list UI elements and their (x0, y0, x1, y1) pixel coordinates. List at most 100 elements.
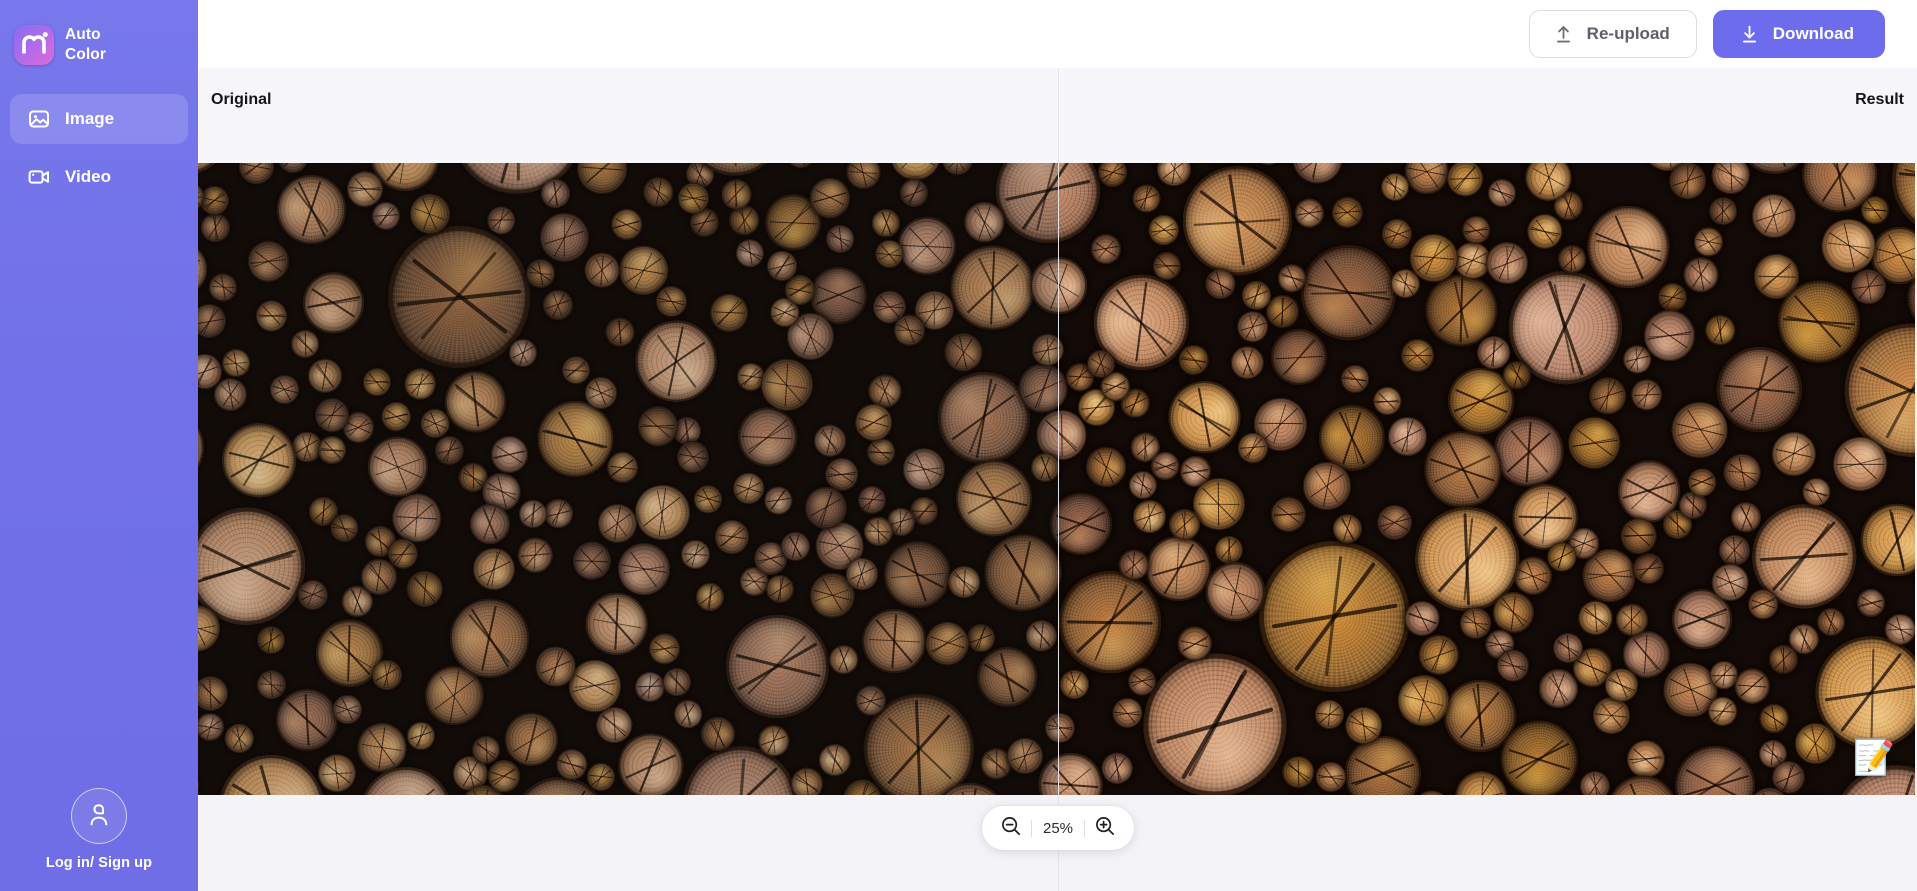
zoom-level-value[interactable]: 25% (1032, 820, 1084, 837)
log-bark-ring (198, 163, 243, 185)
log-bark-ring (1265, 491, 1311, 537)
result-image-pane[interactable]: 📝 (1059, 163, 1917, 795)
log-cross-section (952, 457, 1035, 540)
log-bark-ring (360, 366, 393, 399)
log-cross-section (632, 400, 684, 452)
log-cross-section (1267, 792, 1327, 795)
log-bark-ring (732, 235, 768, 271)
main-area: Re-upload Download Original Result (198, 0, 1917, 891)
log-cross-section (1154, 163, 1194, 189)
log-bark-ring (1487, 179, 1515, 207)
log-bark-ring (657, 663, 696, 702)
log-cross-section (1020, 614, 1058, 658)
log-cross-section (556, 749, 588, 781)
log-cross-section (1109, 695, 1145, 731)
log-bark-ring (332, 695, 362, 725)
zoom-in-button[interactable] (1085, 808, 1125, 848)
log-cross-section (400, 364, 440, 404)
log-bark-ring (1290, 194, 1329, 233)
watermark-icon: 📝 (1853, 741, 1895, 775)
log-bark-ring (1584, 203, 1673, 292)
log-cross-section (1289, 163, 1346, 187)
log-crack (563, 218, 564, 257)
log-bark-ring (1757, 701, 1792, 736)
log-bark-ring (1574, 765, 1615, 795)
log-bark-ring (675, 534, 715, 574)
compare-divider[interactable] (1058, 68, 1059, 891)
log-bark-ring (269, 374, 300, 405)
log-cross-section (1560, 409, 1630, 479)
log-cross-section (484, 429, 534, 479)
log-cross-section (504, 711, 560, 767)
log-cross-section (1309, 695, 1349, 735)
log-cross-section (1130, 182, 1163, 215)
sidebar-item-image[interactable]: Image (10, 94, 188, 144)
log-bark-ring (1130, 182, 1163, 215)
log-cross-section (1763, 423, 1825, 485)
log-bark-ring (400, 364, 440, 404)
log-bark-ring (1405, 601, 1440, 636)
log-bark-ring (1370, 498, 1419, 547)
log-bark-ring (432, 433, 467, 468)
log-cross-section (1487, 179, 1515, 207)
log-bark-ring (472, 547, 516, 591)
brand[interactable]: Auto Color (0, 0, 198, 72)
log-bark-ring (1626, 374, 1667, 415)
image-icon (27, 107, 51, 131)
sidebar-item-video[interactable]: Video (10, 152, 188, 202)
log-bark-ring (301, 352, 348, 399)
log-cross-section (1416, 632, 1461, 677)
log-bark-ring (823, 639, 864, 680)
log-bark-ring (1749, 190, 1799, 240)
log-bark-ring (509, 339, 537, 367)
log-cross-section (1029, 330, 1058, 369)
result-panel-label: Result (1855, 68, 1904, 131)
download-button[interactable]: Download (1713, 10, 1885, 58)
re-upload-button[interactable]: Re-upload (1529, 10, 1697, 58)
result-firewood-image (1059, 163, 1915, 795)
log-cross-section (1574, 765, 1615, 795)
original-image-pane[interactable] (198, 163, 1058, 795)
log-cross-section (1290, 194, 1329, 233)
log-bark-ring (504, 711, 560, 767)
log-cross-section (1547, 542, 1576, 571)
top-toolbar: Re-upload Download (198, 0, 1917, 68)
brand-name: Auto Color (65, 25, 106, 64)
log-bark-ring (1848, 491, 1915, 590)
log-cross-section (205, 269, 241, 305)
log-cross-section (1159, 372, 1250, 463)
log-bark-ring (513, 532, 558, 577)
log-cross-section (1586, 374, 1630, 418)
log-bark-ring (1397, 335, 1439, 377)
upload-arrow-icon (1552, 23, 1575, 46)
log-cross-section (1749, 190, 1799, 240)
log-bark-ring (1496, 649, 1531, 684)
sidebar: Auto Color Image (0, 0, 198, 891)
log-bark-ring (878, 536, 955, 613)
log-bark-ring (286, 325, 324, 363)
zoom-out-button[interactable] (991, 808, 1031, 848)
log-bark-ring (198, 765, 205, 795)
log-cross-section (256, 624, 287, 655)
log-bark-ring (1763, 423, 1825, 485)
log-cross-section (232, 163, 281, 190)
log-bark-ring (568, 538, 615, 585)
login-signup-button[interactable]: Log in/ Sign up (0, 788, 198, 871)
log-bark-ring (843, 163, 885, 194)
log-cross-section (644, 628, 685, 669)
magnifier-plus-icon (1093, 814, 1117, 843)
log-bark-ring (952, 457, 1035, 540)
log-bark-ring (703, 287, 756, 340)
log-cross-section (315, 432, 349, 466)
log-bark-ring (1547, 542, 1576, 571)
log-cross-section (821, 221, 857, 257)
log-cross-section (198, 670, 233, 717)
log-cross-section (1078, 438, 1135, 495)
log-bark-ring (209, 745, 334, 795)
log-bark-ring (1206, 163, 1237, 164)
log-bark-ring (1020, 614, 1058, 658)
video-camera-icon (27, 165, 51, 189)
log-bark-ring (891, 211, 962, 282)
log-bark-ring (1059, 330, 1068, 369)
log-bark-ring (1029, 330, 1058, 369)
